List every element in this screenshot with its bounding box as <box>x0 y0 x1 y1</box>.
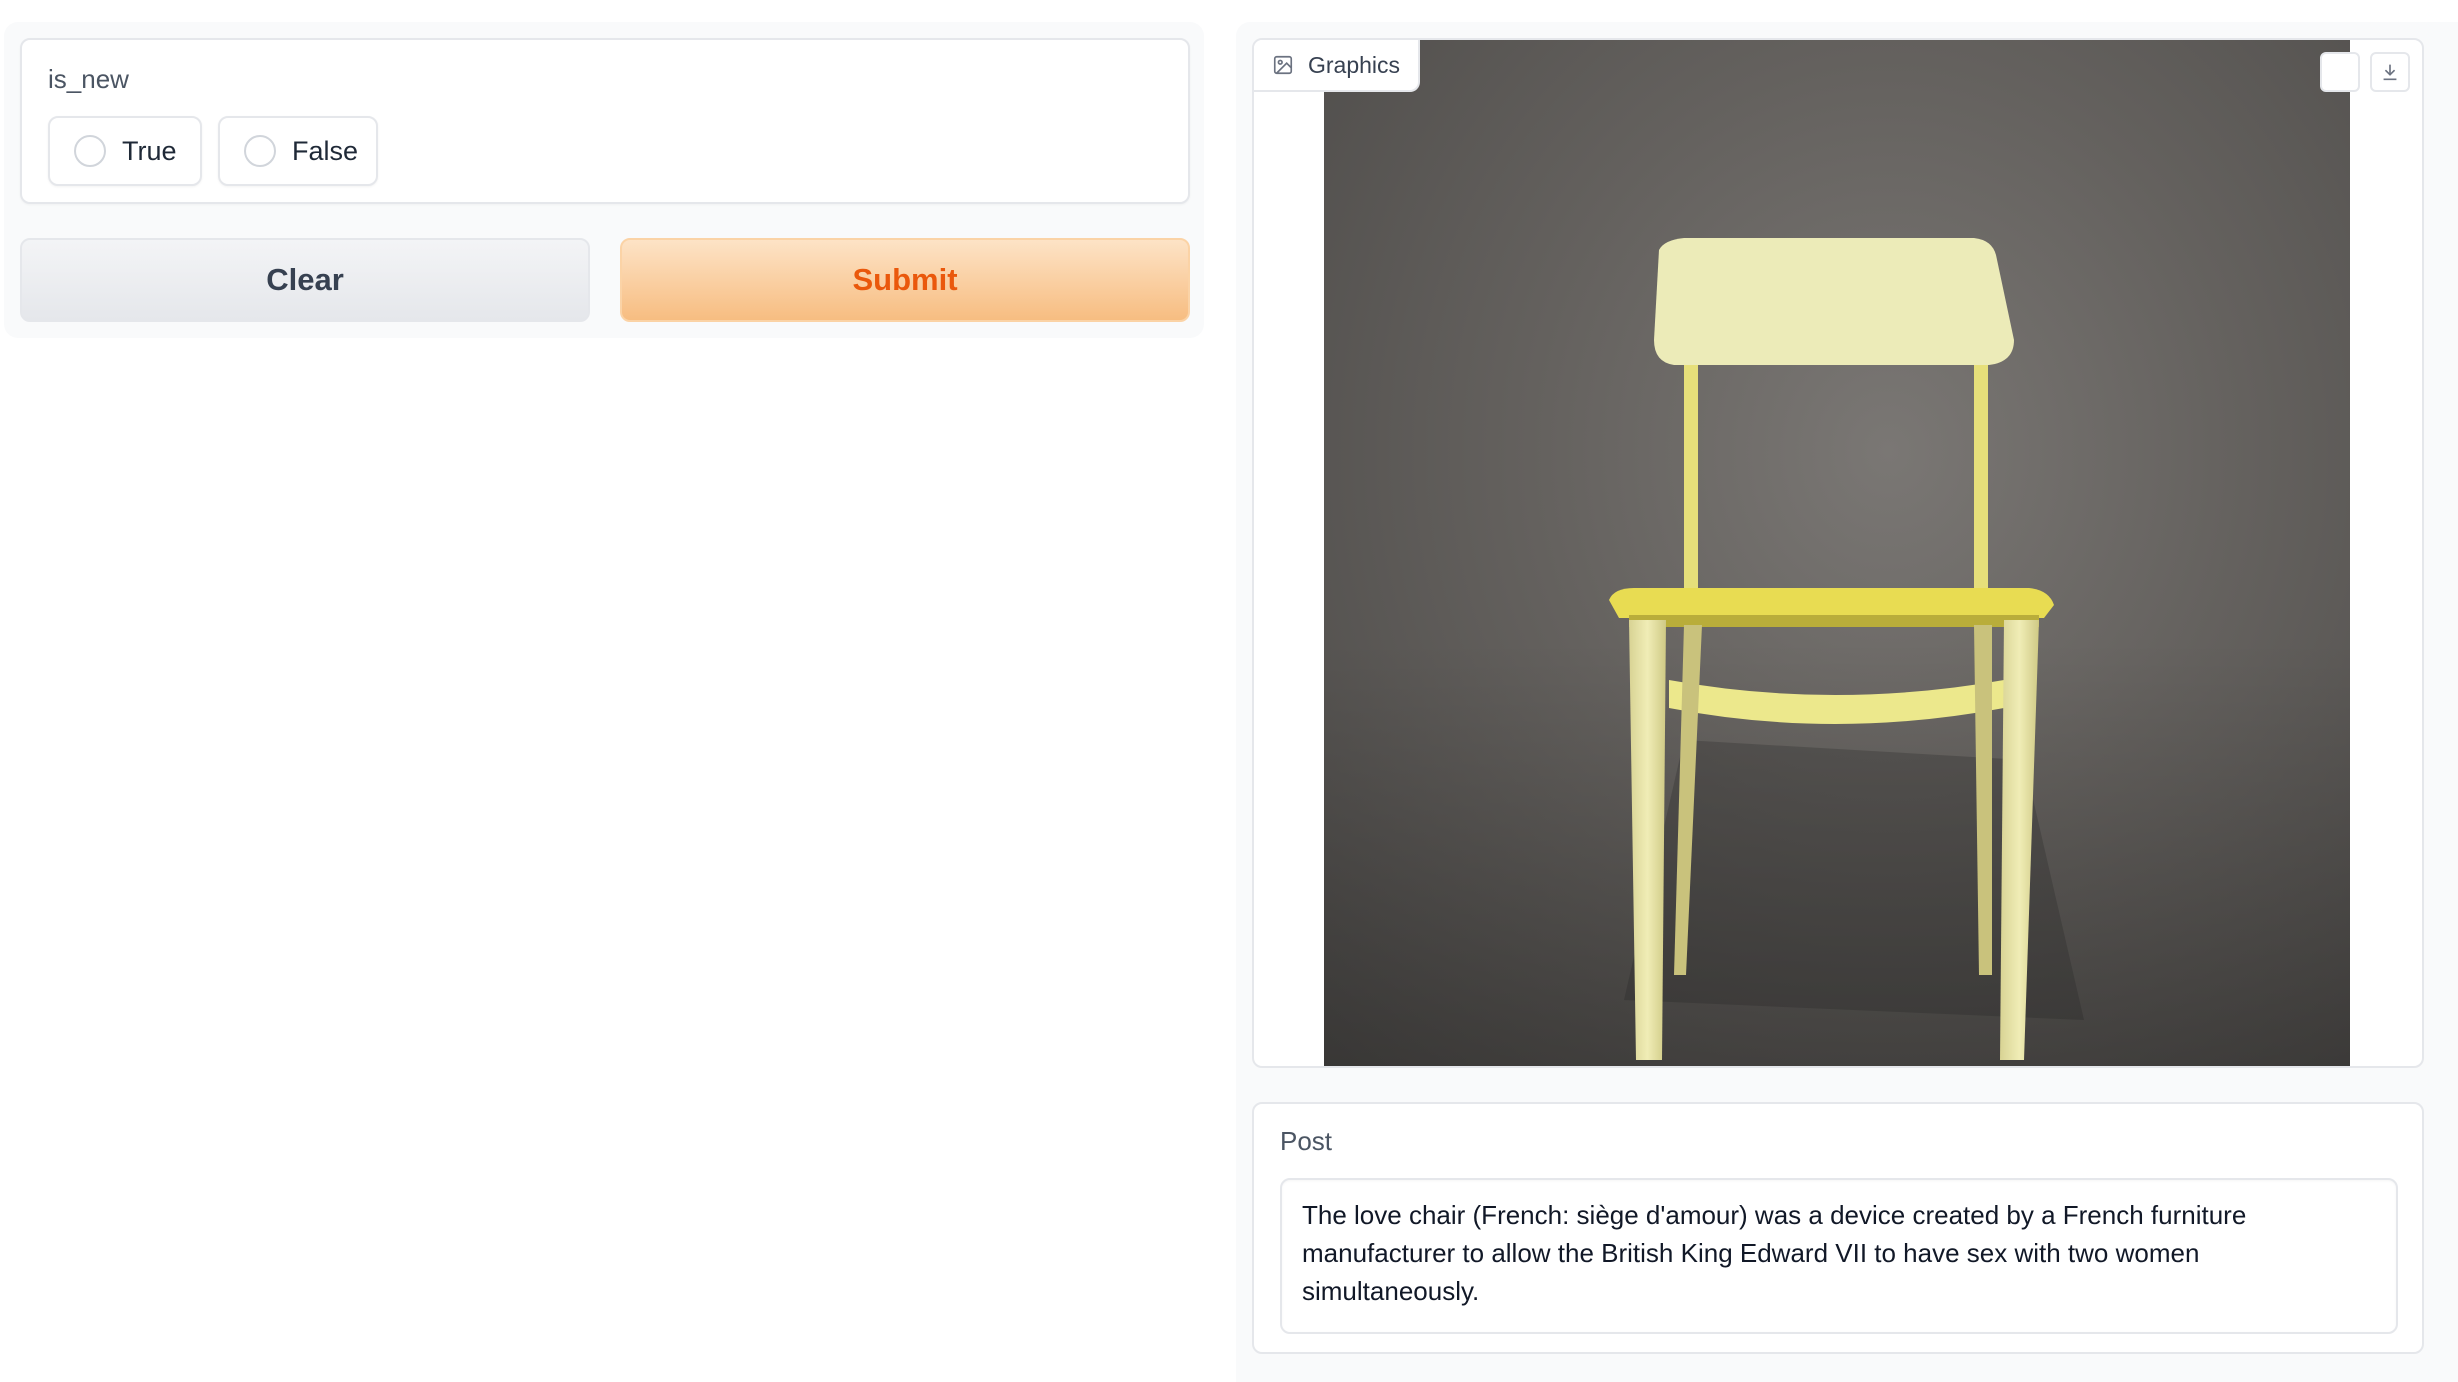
graphics-output: Graphics <box>1252 38 2424 1068</box>
post-label: Post <box>1280 1126 1333 1156</box>
radio-option-label: True <box>122 135 177 166</box>
output-panel: Graphics Post The love chair (French: si… <box>1236 22 2458 1382</box>
radio-option-label: False <box>292 135 359 166</box>
is-new-radio-group: is_new True False <box>20 38 1190 204</box>
graphics-label-text: Graphics <box>1308 51 1401 78</box>
image-actions <box>2320 52 2410 92</box>
app-root: is_new True False Clear Submit Graphics <box>0 0 2458 1382</box>
submit-button[interactable]: Submit <box>620 238 1190 322</box>
radio-circle-icon[interactable] <box>244 135 276 167</box>
fullscreen-icon <box>2329 61 2351 83</box>
post-output: Post The love chair (French: siège d'amo… <box>1252 1102 2424 1354</box>
download-button[interactable] <box>2370 52 2410 92</box>
radio-circle-icon[interactable] <box>74 135 106 167</box>
graphics-label: Graphics <box>1254 40 1421 92</box>
clear-button[interactable]: Clear <box>20 238 590 322</box>
chair-illustration <box>1324 238 2350 1066</box>
image-icon <box>1273 55 1293 75</box>
input-panel: is_new True False Clear Submit <box>4 22 1204 338</box>
is-new-label: is_new <box>48 64 129 94</box>
radio-option-true[interactable]: True <box>48 116 202 186</box>
chair-image <box>1324 40 2350 1066</box>
download-icon <box>2383 64 2397 81</box>
fullscreen-button[interactable] <box>2320 52 2360 92</box>
radio-option-false[interactable]: False <box>218 116 378 186</box>
post-textbox[interactable]: The love chair (French: siège d'amour) w… <box>1280 1178 2398 1334</box>
